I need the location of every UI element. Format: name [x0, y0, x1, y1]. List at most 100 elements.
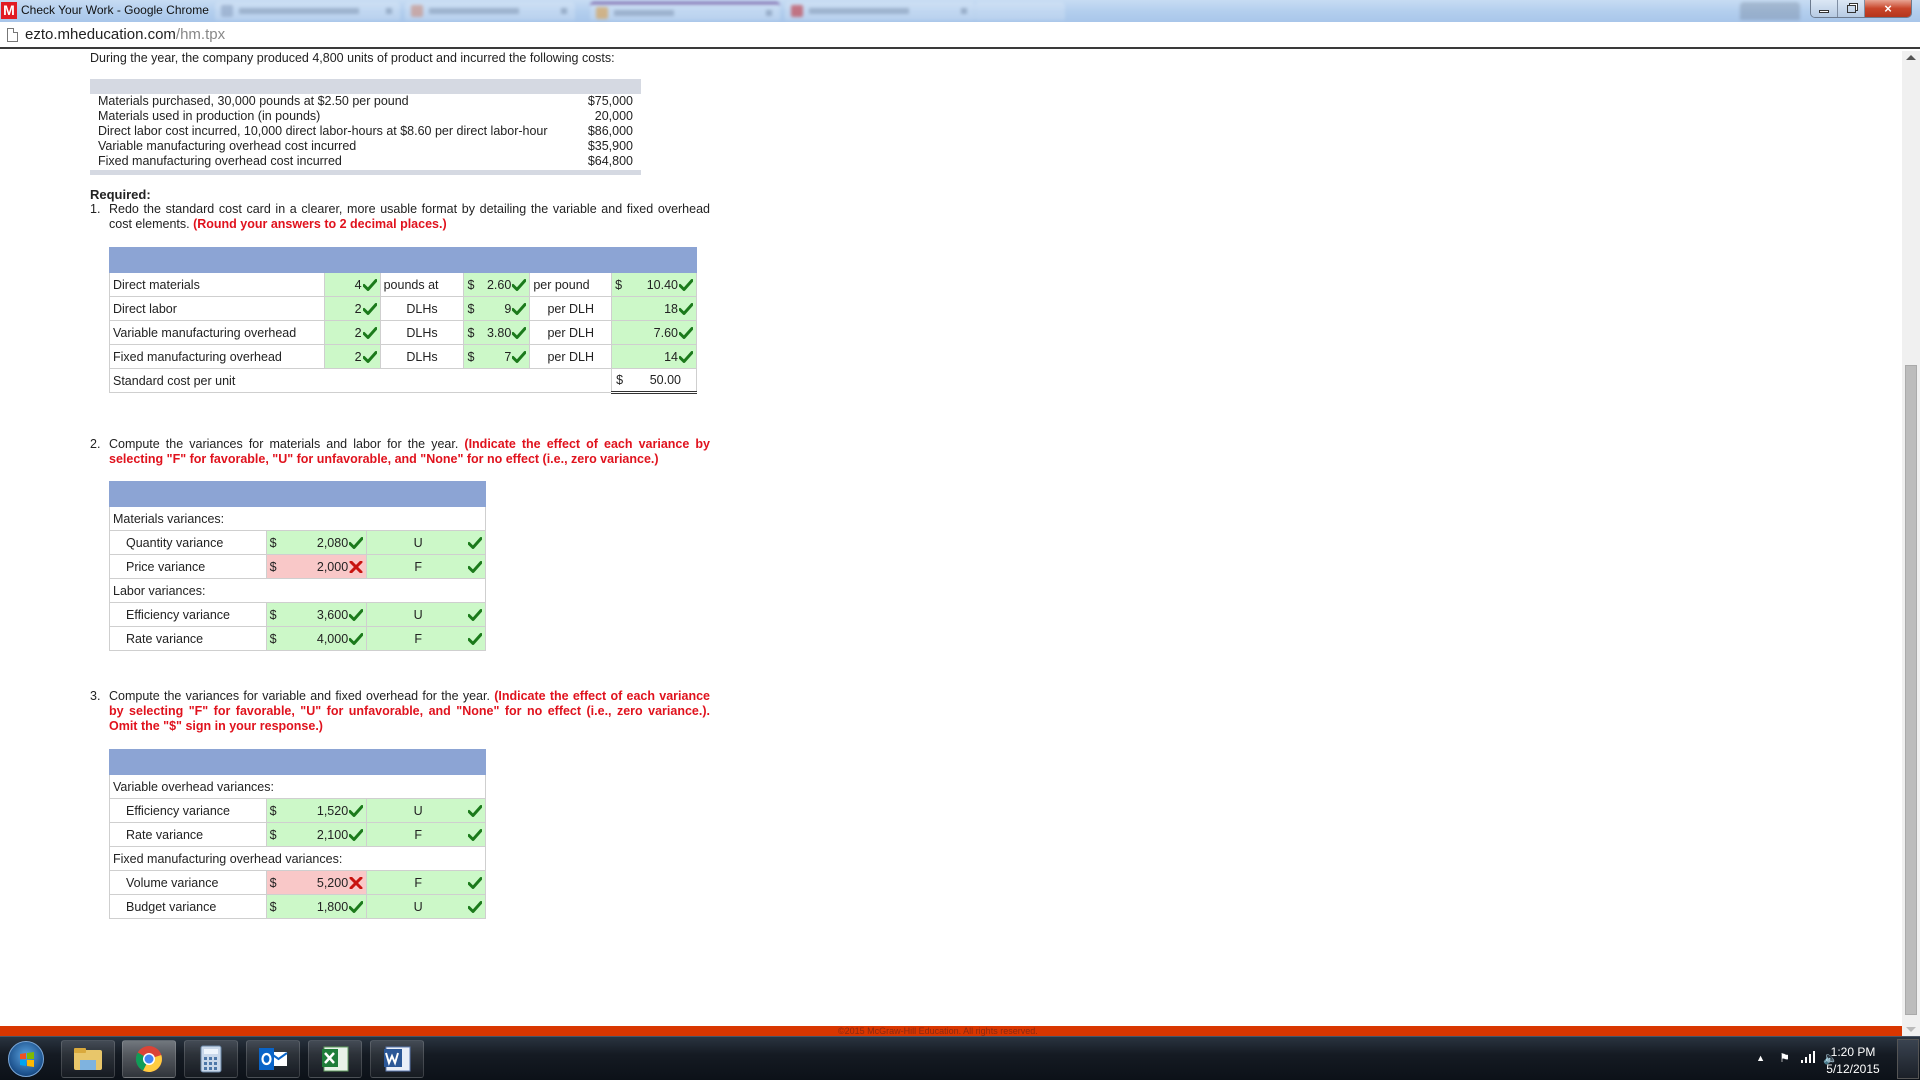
variance-amount-input[interactable]: $2,080: [265, 530, 368, 555]
tab-close-icon[interactable]: [766, 10, 772, 16]
given-cost-label: Fixed manufacturing overhead cost incurr…: [98, 154, 342, 168]
variance-amount-input[interactable]: $4,000: [265, 626, 368, 651]
variance-label: Volume variance: [109, 870, 267, 895]
taskbar-word[interactable]: [370, 1040, 424, 1078]
quantity-input[interactable]: 2: [323, 320, 381, 345]
question-text: Compute the variances for materials and …: [109, 437, 459, 451]
variance-amount-input[interactable]: $2,100: [265, 822, 368, 847]
quantity-input[interactable]: 2: [323, 344, 381, 369]
currency-symbol: $: [269, 607, 277, 622]
standard-cost-total-row: Standard cost per unit $50.00: [108, 368, 697, 394]
cost-element-label: Variable manufacturing overhead: [109, 320, 325, 345]
variance-effect-select[interactable]: U: [366, 798, 486, 823]
background-tab[interactable]: [785, 2, 975, 20]
clock[interactable]: 1:20 PM 5/12/2015: [1818, 1044, 1888, 1078]
folder-icon: [74, 1048, 102, 1070]
question-3: 3. Compute the variances for variable an…: [90, 689, 710, 734]
windows-taskbar: ▲ ⚑ 🔈 1:20 PM 5/12/2015: [0, 1036, 1920, 1080]
overhead-variances-table: Variable overhead variances: Efficiency v…: [109, 749, 486, 919]
scroll-down-arrow-icon[interactable]: [1906, 1027, 1916, 1032]
price-input[interactable]: $9: [463, 296, 531, 321]
quantity-input[interactable]: 4: [323, 272, 381, 297]
variance-label: Rate variance: [109, 822, 267, 847]
given-cost-row: Materials purchased, 30,000 pounds at $2…: [90, 94, 641, 109]
url-field[interactable]: ezto.mheducation.com/hm.tpx: [25, 26, 225, 43]
taskbar-google-chrome[interactable]: [122, 1040, 176, 1078]
correct-check-icon: [349, 900, 364, 913]
question-2: 2. Compute the variances for materials a…: [90, 437, 710, 467]
page-icon: [7, 28, 18, 42]
price-input[interactable]: $2.60: [463, 272, 531, 297]
background-tab[interactable]: [215, 2, 400, 20]
price-input[interactable]: $3.80: [463, 320, 531, 345]
given-cost-value: $35,900: [587, 139, 633, 153]
tab-favicon-icon: [791, 5, 803, 17]
total-input[interactable]: $10.40: [611, 272, 697, 297]
correct-check-icon: [679, 350, 693, 363]
action-center-flag-icon[interactable]: ⚑: [1779, 1051, 1790, 1065]
page-content: During the year, the company produced 4,…: [0, 51, 1902, 1026]
window-controls: ×: [1810, 0, 1912, 18]
calculator-icon: [200, 1045, 222, 1073]
question-text: Compute the variances for variable and f…: [109, 689, 490, 703]
taskbar-outlook[interactable]: [246, 1040, 300, 1078]
variance-effect-select[interactable]: F: [366, 870, 486, 895]
tab-favicon-icon: [221, 5, 233, 17]
unit-label: DLHs: [379, 344, 465, 369]
given-cost-row: Materials used in production (in pounds)…: [90, 109, 641, 124]
variance-label: Price variance: [109, 554, 267, 579]
table-header: [109, 749, 486, 775]
variance-amount-input[interactable]: $5,200: [265, 870, 368, 895]
scrollbar-thumb[interactable]: [1905, 365, 1917, 1015]
variance-effect-select[interactable]: F: [366, 822, 486, 847]
variance-amount-input[interactable]: $2,000: [265, 554, 368, 579]
background-tab[interactable]: [405, 2, 575, 20]
close-button[interactable]: ×: [1865, 0, 1911, 17]
total-input[interactable]: 18: [611, 296, 697, 321]
variance-effect-select[interactable]: F: [366, 626, 486, 651]
show-desktop-button[interactable]: [1897, 1039, 1919, 1079]
variance-effect-select[interactable]: U: [366, 602, 486, 627]
minimize-button[interactable]: [1811, 0, 1838, 17]
show-hidden-icons-arrow-icon[interactable]: ▲: [1756, 1053, 1765, 1063]
correct-check-icon: [468, 536, 482, 549]
variance-label: Rate variance: [109, 626, 267, 651]
new-tab-button[interactable]: [975, 2, 1065, 20]
total-input[interactable]: 7.60: [611, 320, 697, 345]
variance-amount-input[interactable]: $3,600: [265, 602, 368, 627]
currency-symbol: $: [269, 535, 277, 550]
variance-effect-select[interactable]: U: [366, 894, 486, 919]
taskbar-excel[interactable]: [308, 1040, 362, 1078]
network-signal-icon[interactable]: [1801, 1051, 1815, 1066]
word-icon: [384, 1046, 411, 1072]
tab-close-icon[interactable]: [561, 8, 567, 14]
correct-check-icon: [349, 828, 364, 841]
per-unit-label: per pound: [529, 272, 613, 297]
variance-effect-select[interactable]: F: [366, 554, 486, 579]
restore-button[interactable]: [1838, 0, 1865, 17]
unit-label: DLHs: [379, 320, 465, 345]
address-bar[interactable]: ezto.mheducation.com/hm.tpx: [0, 22, 1920, 49]
total-input[interactable]: 14: [611, 344, 697, 369]
tab-close-icon[interactable]: [961, 8, 967, 14]
currency-symbol: $: [269, 899, 277, 914]
background-tab[interactable]: [590, 2, 780, 20]
quantity-input[interactable]: 2: [323, 296, 381, 321]
price-input[interactable]: $7: [463, 344, 531, 369]
scroll-up-arrow-icon[interactable]: [1906, 55, 1916, 60]
correct-check-icon: [679, 302, 693, 315]
variance-effect-select[interactable]: U: [366, 530, 486, 555]
vertical-scrollbar[interactable]: [1902, 51, 1920, 1036]
variance-group-heading: Labor variances:: [109, 578, 486, 603]
variance-amount-input[interactable]: $1,520: [265, 798, 368, 823]
taskbar-windows-explorer[interactable]: [61, 1040, 115, 1078]
profile-button[interactable]: [1740, 2, 1800, 20]
variance-amount-input[interactable]: $1,800: [265, 894, 368, 919]
unit-label: DLHs: [379, 296, 465, 321]
start-button[interactable]: [8, 1041, 44, 1077]
correct-check-icon: [512, 350, 527, 363]
tab-close-icon[interactable]: [386, 8, 392, 14]
given-cost-row: Fixed manufacturing overhead cost incurr…: [90, 154, 641, 169]
taskbar-calculator[interactable]: [184, 1040, 238, 1078]
currency-symbol: $: [467, 277, 475, 292]
